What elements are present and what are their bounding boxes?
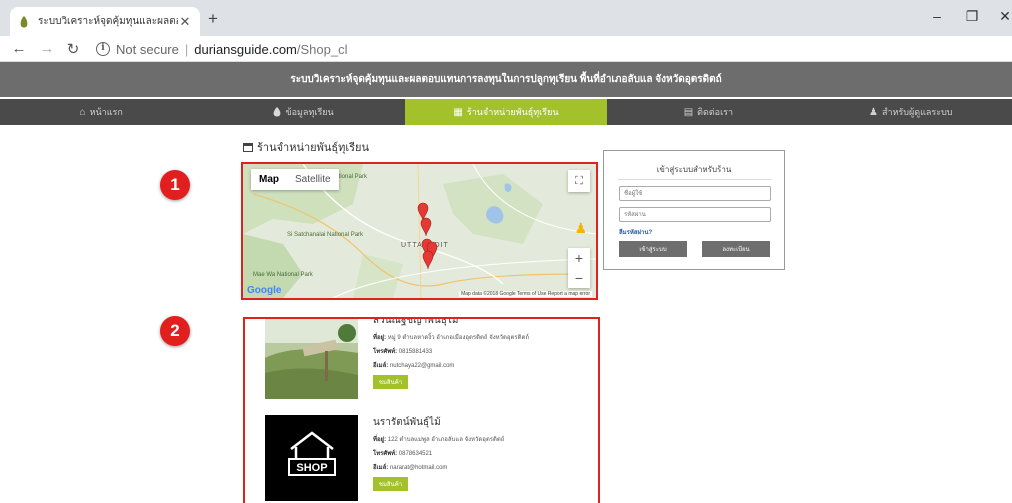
password-field[interactable] bbox=[619, 207, 771, 222]
nav-item-contact[interactable]: ▤ ติดต่อเรา bbox=[607, 99, 809, 125]
shop-info: นรารัตน์พันธุ์ไม้ ที่อยู่: 122 ตำบลแม่พู… bbox=[373, 415, 593, 491]
login-title: เข้าสู่ระบบสำหรับร้าน bbox=[656, 165, 732, 174]
url-domain: duriansguide.com bbox=[194, 41, 297, 57]
close-window-button[interactable]: ✕ bbox=[990, 8, 1012, 25]
fullscreen-icon[interactable]: ⛶ bbox=[568, 170, 590, 192]
forgot-password-link[interactable]: ลืมรหัสผ่าน? bbox=[619, 227, 652, 237]
shop-logo[interactable]: SHOP bbox=[265, 415, 358, 501]
store-icon bbox=[243, 142, 253, 152]
contact-card-icon: ▤ bbox=[683, 106, 694, 118]
durian-favicon-icon bbox=[20, 15, 28, 27]
reload-icon[interactable]: ↻ bbox=[62, 40, 84, 58]
minimize-button[interactable]: – bbox=[922, 8, 952, 24]
new-tab-button[interactable]: + bbox=[203, 9, 223, 29]
shop-phone: โทรศัพท์: 0815881433 bbox=[373, 349, 433, 355]
nav-item-label: สำหรับผู้ดูแลระบบ bbox=[881, 107, 953, 117]
shop-logo-text: SHOP bbox=[296, 462, 327, 474]
tab-title: ระบบวิเคราะห์จุดคุ้มทุนและผลตอบแทน bbox=[38, 16, 178, 27]
map-attribution[interactable]: Map data ©2018 Google Terms of Use Repor… bbox=[459, 291, 592, 297]
home-icon: ⌂ bbox=[79, 106, 86, 118]
durian-icon bbox=[274, 107, 281, 117]
restore-button[interactable]: ❐ bbox=[957, 8, 987, 25]
admin-icon: ♟ bbox=[868, 106, 878, 118]
shop-name[interactable]: สวนณัฐชญาพันธุ์ไม้ bbox=[373, 319, 593, 328]
address-bar: ← → ↻ i Not secure | duriansguide.com /S… bbox=[0, 36, 1012, 92]
nav-item-durian-info[interactable]: ข้อมูลทุเรียน bbox=[202, 99, 404, 125]
browser-tab[interactable]: ระบบวิเคราะห์จุดคุ้มทุนและผลตอบแทน ✕ bbox=[10, 7, 200, 36]
shop-address: ที่อยู่: 122 ตำบลแม่พูล อำเภอลับแล จังหว… bbox=[373, 437, 505, 443]
username-field[interactable] bbox=[619, 186, 771, 201]
url-path: /Shop_cl bbox=[296, 41, 348, 57]
shop-house-icon: SHOP bbox=[288, 431, 336, 476]
store-icon: ▦ bbox=[453, 106, 463, 118]
not-secure-label: Not secure bbox=[116, 41, 179, 57]
google-logo: Google bbox=[247, 285, 282, 296]
browser-tab-bar: ระบบวิเคราะห์จุดคุ้มทุนและผลตอบแทน ✕ + –… bbox=[0, 0, 1012, 36]
nav-item-label: ข้อมูลทุเรียน bbox=[285, 107, 334, 117]
shop-email: อีเมล์: nararat@hotmail.com bbox=[373, 465, 448, 471]
register-button[interactable]: ลงทะเบียน bbox=[702, 241, 770, 257]
shop-phone: โทรศัพท์: 0878634521 bbox=[373, 451, 433, 457]
nav-item-label: หน้าแรก bbox=[89, 107, 123, 117]
back-icon[interactable]: ← bbox=[8, 40, 30, 57]
nav-item-admin[interactable]: ♟ สำหรับผู้ดูแลระบบ bbox=[810, 99, 1012, 125]
view-products-button[interactable]: ชมสินค้า bbox=[373, 477, 408, 491]
zoom-in-button[interactable]: + bbox=[568, 248, 590, 268]
shop-photo[interactable] bbox=[265, 317, 358, 399]
shop-address: ที่อยู่: หมู่ 9 ตำบลหาดงิ้ว อำเภอเมืองอุ… bbox=[373, 335, 530, 341]
map-marker[interactable] bbox=[422, 250, 434, 270]
zoom-out-button[interactable]: − bbox=[568, 268, 590, 288]
view-products-button[interactable]: ชมสินค้า bbox=[373, 375, 408, 389]
nav-item-shops[interactable]: ▦ ร้านจำหน่ายพันธุ์ทุเรียน bbox=[404, 99, 608, 125]
map-marker[interactable] bbox=[420, 217, 432, 237]
shop-map[interactable]: Si Satchanalai National Park Mae Wa Nati… bbox=[243, 164, 596, 298]
nav-item-label: ติดต่อเรา bbox=[697, 107, 734, 117]
main-nav: ⌂ หน้าแรก ข้อมูลทุเรียน ▦ ร้านจำหน่ายพัน… bbox=[0, 99, 1012, 125]
shop-list-highlight-frame: สวนณัฐชญาพันธุ์ไม้ ที่อยู่: หมู่ 9 ตำบลห… bbox=[243, 317, 600, 503]
tab-close-icon[interactable]: ✕ bbox=[178, 14, 192, 30]
pegman-icon[interactable]: ♟ bbox=[574, 220, 587, 237]
url-field[interactable]: i Not secure | duriansguide.com /Shop_cl bbox=[96, 38, 347, 60]
map-highlight-frame: Si Satchanalai National Park Mae Wa Nati… bbox=[241, 162, 598, 300]
annotation-badge-1: 1 bbox=[160, 170, 190, 200]
divider bbox=[618, 179, 772, 180]
section-title-text: ร้านจำหน่ายพันธุ์ทุเรียน bbox=[257, 142, 369, 154]
nav-item-home[interactable]: ⌂ หน้าแรก bbox=[0, 99, 202, 125]
site-header: ระบบวิเคราะห์จุดคุ้มทุนและผลตอบแทนการลงท… bbox=[0, 62, 1012, 97]
map-type-map[interactable]: Map bbox=[251, 169, 287, 190]
info-icon[interactable]: i bbox=[96, 42, 110, 56]
url-separator: | bbox=[184, 41, 189, 57]
login-button[interactable]: เข้าสู่ระบบ bbox=[619, 241, 687, 257]
shop-info: สวนณัฐชญาพันธุ์ไม้ ที่อยู่: หมู่ 9 ตำบลห… bbox=[373, 319, 593, 389]
shop-email: อีเมล์: nutchaya22@gmail.com bbox=[373, 363, 455, 369]
section-title: ร้านจำหน่ายพันธุ์ทุเรียน bbox=[243, 138, 369, 156]
annotation-badge-2: 2 bbox=[160, 316, 190, 346]
map-type-control: Map Satellite bbox=[251, 169, 339, 190]
map-type-satellite[interactable]: Satellite bbox=[287, 169, 339, 190]
nav-item-label: ร้านจำหน่ายพันธุ์ทุเรียน bbox=[466, 107, 559, 117]
zoom-control: + − bbox=[568, 248, 590, 288]
forward-icon[interactable]: → bbox=[36, 40, 58, 57]
shop-name[interactable]: นรารัตน์พันธุ์ไม้ bbox=[373, 415, 593, 430]
site-title: ระบบวิเคราะห์จุดคุ้มทุนและผลตอบแทนการลงท… bbox=[290, 74, 722, 85]
